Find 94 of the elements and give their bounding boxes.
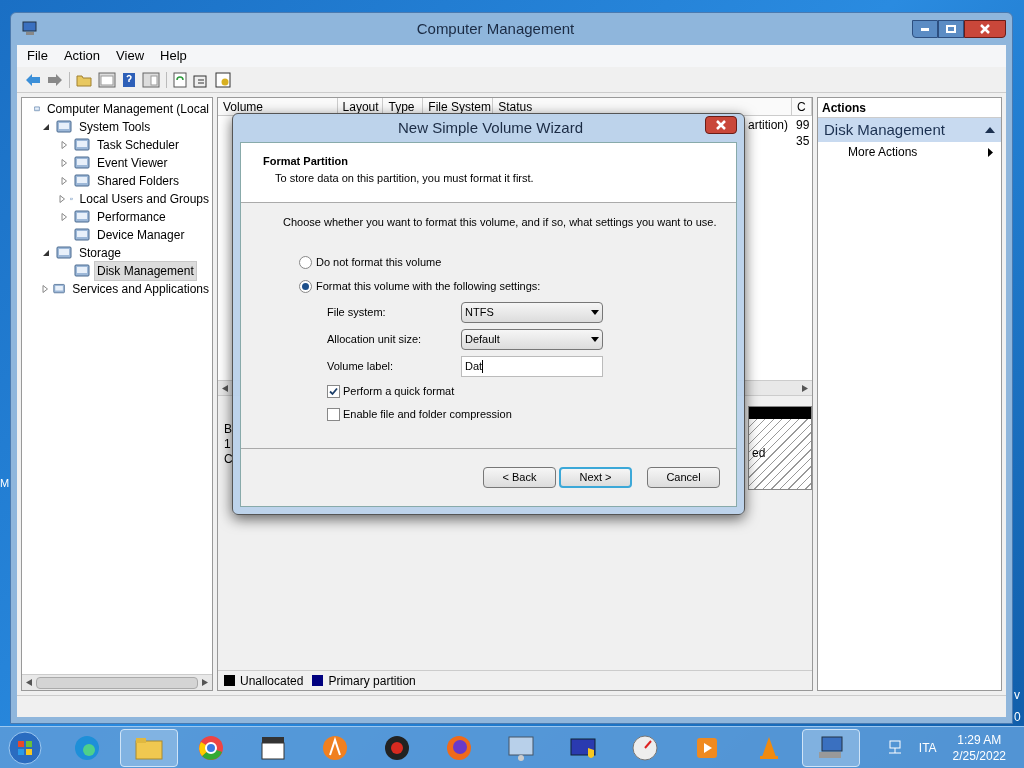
pane-icon[interactable] — [142, 71, 160, 88]
tree-item[interactable]: Local Users and Groups — [76, 189, 212, 209]
menu-item[interactable]: File — [21, 46, 54, 66]
node-icon — [56, 245, 72, 261]
folder-icon[interactable] — [120, 728, 178, 767]
folder-icon[interactable] — [76, 72, 92, 87]
close-button[interactable] — [964, 20, 1006, 38]
desktop-label: v — [1014, 687, 1020, 704]
input-field[interactable]: Dat — [461, 355, 603, 377]
table-cell-text: 99 — [795, 117, 810, 132]
page-subheading: To store data on this partition, you must format it first. — [274, 170, 535, 186]
pane-icon[interactable] — [98, 71, 116, 88]
tree-item[interactable]: Device Manager — [94, 225, 188, 245]
computer-management-icon[interactable] — [802, 728, 860, 767]
field-label: Allocation unit size: — [327, 331, 423, 347]
maximize-button[interactable] — [938, 20, 964, 38]
help-icon[interactable] — [122, 71, 136, 88]
desktop-label: M — [0, 476, 10, 491]
node-icon — [56, 119, 72, 135]
page-heading: Format Partition — [263, 154, 349, 169]
window-title: Computer Management — [415, 18, 576, 39]
action-item[interactable]: More Actions — [818, 142, 1001, 162]
computer-icon — [21, 20, 39, 38]
node-icon — [74, 155, 90, 171]
scroll-right-icon[interactable] — [202, 679, 208, 686]
scroll-left-icon[interactable] — [26, 679, 32, 686]
close-icon — [716, 120, 726, 130]
wizard-button[interactable]: Cancel — [647, 467, 720, 488]
tree-item[interactable]: Disk Management — [94, 261, 197, 281]
collapsed-arrow-icon[interactable] — [60, 213, 68, 221]
tree-item[interactable]: Task Scheduler — [94, 135, 183, 155]
tree-item[interactable]: System Tools — [76, 117, 154, 137]
disk-info-text: 1 — [224, 437, 232, 452]
legend-label: Unallocated — [240, 672, 304, 690]
legend-label: Primary partition — [328, 672, 416, 690]
dialog-title: New Simple Volume Wizard — [397, 117, 584, 138]
scroll-left-icon[interactable] — [222, 384, 228, 392]
collapse-caret-icon — [985, 127, 995, 133]
forward-arrow-icon[interactable] — [47, 72, 63, 87]
node-icon — [74, 227, 90, 243]
collapsed-arrow-icon[interactable] — [58, 195, 66, 203]
menu-item[interactable]: Action — [57, 46, 107, 66]
close-button[interactable] — [705, 116, 737, 134]
minimize-button[interactable] — [912, 20, 938, 38]
desktop-label: 0 — [1014, 709, 1021, 726]
field-label: File system: — [327, 304, 387, 320]
radio-label: Do not format this volume — [316, 255, 442, 271]
actions-section-header[interactable]: Disk Management — [818, 118, 1001, 142]
radio-button[interactable] — [299, 256, 312, 269]
checkbox[interactable] — [327, 384, 340, 398]
dropdown[interactable]: Default — [461, 328, 603, 350]
collapsed-arrow-icon[interactable] — [40, 285, 49, 293]
disk-info-text: C — [224, 452, 233, 467]
collapsed-arrow-icon[interactable] — [60, 141, 68, 149]
table-cell-text: artition) — [748, 117, 788, 132]
tree-item[interactable]: Services and Applications — [69, 279, 212, 299]
refresh-icon[interactable] — [173, 71, 187, 88]
collapsed-arrow-icon[interactable] — [60, 177, 68, 185]
tree-item[interactable]: Performance — [94, 207, 169, 227]
radio-button[interactable] — [299, 280, 312, 293]
instruction-text: Choose whether you want to format this volume, and if so, what settings you want to use. — [283, 215, 718, 230]
node-icon — [74, 263, 90, 279]
tree-item[interactable]: Event Viewer — [94, 153, 171, 173]
horizontal-scrollbar[interactable] — [22, 674, 212, 690]
tree-item[interactable]: Shared Folders — [94, 171, 183, 191]
windows-orb-icon — [8, 730, 42, 765]
disk-info-text: B — [224, 422, 233, 437]
checkbox-label: Enable file and folder compression — [343, 406, 512, 422]
field-label: Volume label: — [327, 358, 395, 374]
node-icon — [74, 209, 90, 225]
scroll-right-icon[interactable] — [802, 384, 808, 392]
expanded-arrow-icon[interactable] — [42, 249, 50, 257]
close-icon — [980, 24, 990, 34]
table-cell-text: 35 — [795, 133, 810, 148]
dropdown-arrow-icon — [591, 336, 599, 342]
dropdown-arrow-icon — [591, 309, 599, 315]
partition-text: ed — [752, 445, 766, 462]
menu-item[interactable]: Help — [154, 46, 193, 66]
node-icon — [74, 137, 90, 153]
tree-item[interactable]: Computer Management (Local — [43, 99, 212, 119]
column-header[interactable]: C — [792, 98, 812, 115]
checkbox-label: Perform a quick format — [343, 383, 455, 399]
node-icon — [74, 173, 90, 189]
checkbox[interactable] — [327, 407, 340, 421]
dropdown[interactable]: NTFS — [461, 301, 603, 323]
radio-label: Format this volume with the following settings: — [316, 279, 541, 295]
tree-item[interactable]: Storage — [76, 243, 125, 263]
expanded-arrow-icon[interactable] — [42, 123, 50, 131]
wizard-button[interactable]: < Back — [483, 467, 556, 488]
collapsed-arrow-icon[interactable] — [60, 159, 68, 167]
menu-item[interactable]: View — [110, 46, 151, 66]
back-arrow-icon[interactable] — [25, 72, 41, 87]
wizard-button[interactable]: Next > — [559, 467, 632, 488]
submenu-arrow-icon — [988, 147, 993, 157]
